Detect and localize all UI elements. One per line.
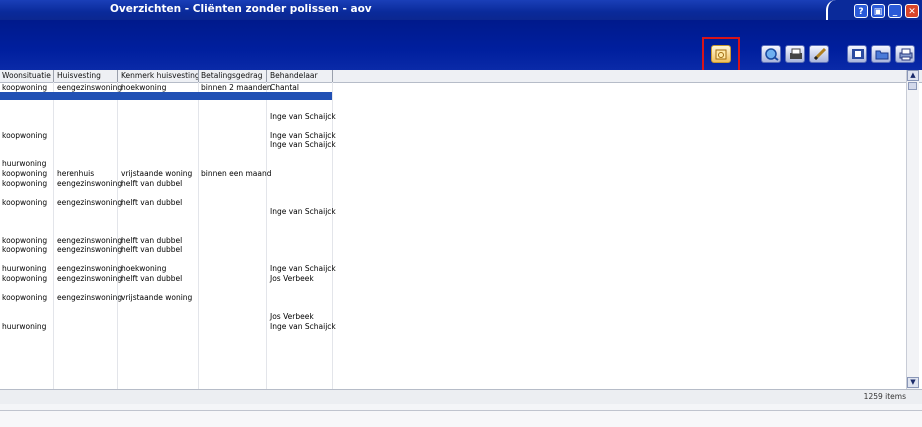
column-divider[interactable] xyxy=(332,70,333,82)
restore-button[interactable]: ▣ xyxy=(871,4,885,18)
cell-behandelaar[interactable]: Inge van Schaijck xyxy=(270,131,336,140)
cell-woonsituatie[interactable]: koopwoning xyxy=(2,245,47,254)
column-divider[interactable] xyxy=(53,70,54,82)
column-divider[interactable] xyxy=(198,70,199,82)
print-button[interactable] xyxy=(895,45,915,63)
cell-woonsituatie[interactable]: koopwoning xyxy=(2,293,47,302)
window-controls: ? ▣ _ ✕ xyxy=(826,0,922,20)
edit-button[interactable] xyxy=(809,45,829,63)
cell-woonsituatie[interactable]: huurwoning xyxy=(2,159,46,168)
printer-icon xyxy=(899,48,913,61)
toolbar xyxy=(0,20,922,70)
cell-behandelaar[interactable]: Jos Verbeek xyxy=(270,274,314,283)
cell-woonsituatie[interactable]: koopwoning xyxy=(2,131,47,140)
print-preview-button[interactable] xyxy=(785,45,805,63)
cell-kenmerk[interactable]: helft van dubbel xyxy=(121,236,182,245)
open-button[interactable] xyxy=(871,45,891,63)
selected-row[interactable] xyxy=(0,92,332,100)
cell-woonsituatie[interactable]: koopwoning xyxy=(2,198,47,207)
export-button[interactable] xyxy=(847,45,867,63)
column-header-huisvesting[interactable]: Huisvesting xyxy=(57,71,101,80)
cell-betalingsgedrag[interactable]: binnen 2 maanden xyxy=(201,83,272,92)
cell-kenmerk[interactable]: helft van dubbel xyxy=(121,274,182,283)
cell-behandelaar[interactable]: Inge van Schaijck xyxy=(270,112,336,121)
scroll-thumb[interactable] xyxy=(908,82,917,90)
cell-kenmerk[interactable]: vrijstaande woning xyxy=(121,293,192,302)
cell-kenmerk[interactable]: helft van dubbel xyxy=(121,198,182,207)
cell-kenmerk[interactable]: hoekwoning xyxy=(121,83,166,92)
cell-huisvesting[interactable]: eengezinswoning xyxy=(57,179,122,188)
bottom-bar xyxy=(0,404,922,411)
cell-behandelaar[interactable]: Inge van Schaijck xyxy=(270,140,336,149)
status-bar: 1259 items xyxy=(0,389,922,405)
cell-behandelaar[interactable]: Inge van Schaijck xyxy=(270,322,336,331)
cell-woonsituatie[interactable]: huurwoning xyxy=(2,264,46,273)
column-header-woonsituatie[interactable]: Woonsituatie xyxy=(2,71,51,80)
minimize-button[interactable]: _ xyxy=(888,4,902,18)
cell-woonsituatie[interactable]: koopwoning xyxy=(2,169,47,178)
pencil-icon xyxy=(813,47,827,61)
cell-huisvesting[interactable]: eengezinswoning xyxy=(57,245,122,254)
cell-huisvesting[interactable]: eengezinswoning xyxy=(57,198,122,207)
grid-line xyxy=(332,82,333,389)
column-header-betalingsgedrag[interactable]: Betalingsgedrag xyxy=(201,71,262,80)
print-preview-icon xyxy=(790,48,802,59)
search-icon xyxy=(765,48,779,61)
cell-kenmerk[interactable]: vrijstaande woning xyxy=(121,169,192,178)
column-header-kenmerk[interactable]: Kenmerk huisvesting xyxy=(121,71,200,80)
cell-huisvesting[interactable]: herenhuis xyxy=(57,169,94,178)
scroll-down-button[interactable]: ▼ xyxy=(907,377,919,388)
folder-icon xyxy=(875,50,889,60)
cell-huisvesting[interactable]: eengezinswoning xyxy=(57,293,122,302)
cell-huisvesting[interactable]: eengezinswoning xyxy=(57,274,122,283)
grid-line xyxy=(53,82,54,389)
export-icon xyxy=(852,49,864,59)
cell-woonsituatie[interactable]: koopwoning xyxy=(2,236,47,245)
highlight-box xyxy=(702,37,740,74)
cell-woonsituatie[interactable]: koopwoning xyxy=(2,179,47,188)
cell-behandelaar[interactable]: Inge van Schaijck xyxy=(270,264,336,273)
cell-huisvesting[interactable]: eengezinswoning xyxy=(57,264,122,273)
cell-huisvesting[interactable]: eengezinswoning xyxy=(57,236,122,245)
title-bar: Overzichten - Cliënten zonder polissen -… xyxy=(0,0,922,20)
data-grid[interactable]: koopwoning eengezinswoning hoekwoning binne… xyxy=(0,82,905,389)
cell-kenmerk[interactable]: hoekwoning xyxy=(121,264,166,273)
cell-woonsituatie[interactable]: koopwoning xyxy=(2,83,47,92)
grid-line xyxy=(266,82,267,389)
grid-line xyxy=(198,82,199,389)
close-button[interactable]: ✕ xyxy=(905,4,919,18)
item-count: 1259 items xyxy=(863,392,906,401)
help-button[interactable]: ? xyxy=(854,4,868,18)
cell-huisvesting[interactable]: eengezinswoning xyxy=(57,83,122,92)
column-divider[interactable] xyxy=(117,70,118,82)
scroll-up-button[interactable]: ▲ xyxy=(907,70,919,81)
column-header-behandelaar[interactable]: Behandelaar xyxy=(270,71,318,80)
cell-behandelaar[interactable]: Jos Verbeek xyxy=(270,312,314,321)
window-title: Overzichten - Cliënten zonder polissen -… xyxy=(110,3,372,15)
cell-kenmerk[interactable]: helft van dubbel xyxy=(121,179,182,188)
cell-kenmerk[interactable]: helft van dubbel xyxy=(121,245,182,254)
bottom-panel xyxy=(0,411,922,427)
cell-woonsituatie[interactable]: koopwoning xyxy=(2,274,47,283)
cell-betalingsgedrag[interactable]: binnen een maand xyxy=(201,169,271,178)
search-button[interactable] xyxy=(761,45,781,63)
cell-behandelaar[interactable]: Inge van Schaijck xyxy=(270,207,336,216)
cell-behandelaar[interactable]: Chantal xyxy=(270,83,299,92)
column-divider[interactable] xyxy=(266,70,267,82)
vertical-scrollbar[interactable]: ▲ ▼ xyxy=(906,70,919,389)
cell-woonsituatie[interactable]: huurwoning xyxy=(2,322,46,331)
